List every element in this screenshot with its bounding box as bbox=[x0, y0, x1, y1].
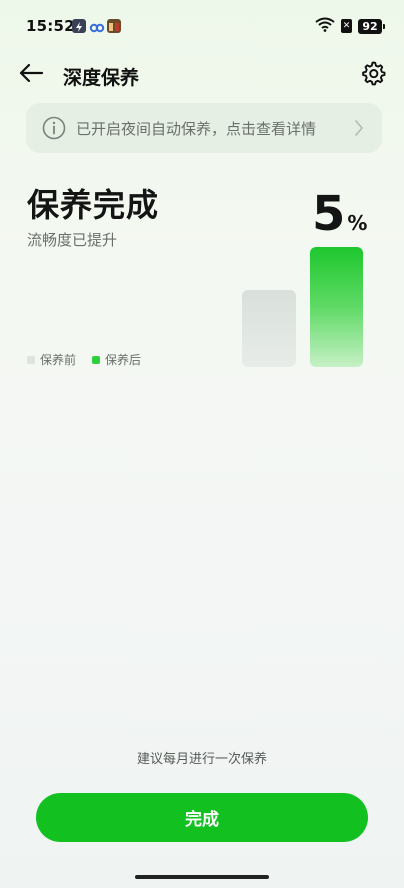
done-button[interactable]: 完成 bbox=[36, 793, 368, 842]
result-subtitle: 流畅度已提升 bbox=[27, 231, 118, 249]
legend-item-before: 保养前 bbox=[27, 351, 76, 368]
page-title: 深度保养 bbox=[63, 67, 140, 89]
legend-label-before: 保养前 bbox=[40, 353, 77, 367]
game-app-icon bbox=[107, 19, 121, 33]
legend-dot-before bbox=[27, 355, 35, 364]
status-time: 15:52 bbox=[26, 17, 75, 35]
bar-after bbox=[310, 247, 363, 367]
chevron-right-icon bbox=[354, 119, 364, 137]
app-notification-icon bbox=[72, 19, 86, 33]
bar-before bbox=[242, 290, 296, 367]
no-sim-icon: ✕ bbox=[341, 19, 352, 33]
percent-value: 5 bbox=[312, 186, 346, 242]
back-button[interactable] bbox=[14, 58, 48, 92]
status-indicators: ✕ 92 bbox=[315, 17, 385, 36]
battery-icon: 92 bbox=[358, 18, 385, 34]
settings-button[interactable] bbox=[356, 58, 390, 92]
percent-unit: % bbox=[347, 211, 368, 235]
result-title: 保养完成 bbox=[27, 186, 160, 224]
home-indicator[interactable] bbox=[135, 875, 269, 879]
chart-legend: 保养前 保养后 bbox=[27, 351, 157, 368]
app-header: 深度保养 bbox=[0, 52, 404, 96]
auto-maintenance-banner[interactable]: 已开启夜间自动保养，点击查看详情 bbox=[26, 103, 382, 153]
maintenance-suggestion: 建议每月进行一次保养 bbox=[136, 752, 267, 767]
status-bar: 15:52 ✕ 92 bbox=[0, 0, 404, 52]
improvement-percent: 5% bbox=[312, 186, 367, 242]
info-icon bbox=[42, 116, 66, 140]
wifi-icon bbox=[315, 17, 335, 36]
gear-icon bbox=[360, 60, 386, 90]
legend-label-after: 保养后 bbox=[105, 353, 142, 367]
legend-dot-after bbox=[92, 355, 101, 364]
back-arrow-icon bbox=[18, 63, 44, 87]
legend-item-after: 保养后 bbox=[92, 351, 141, 368]
banner-text: 已开启夜间自动保养，点击查看详情 bbox=[76, 119, 317, 138]
cloud-icon bbox=[89, 19, 105, 33]
